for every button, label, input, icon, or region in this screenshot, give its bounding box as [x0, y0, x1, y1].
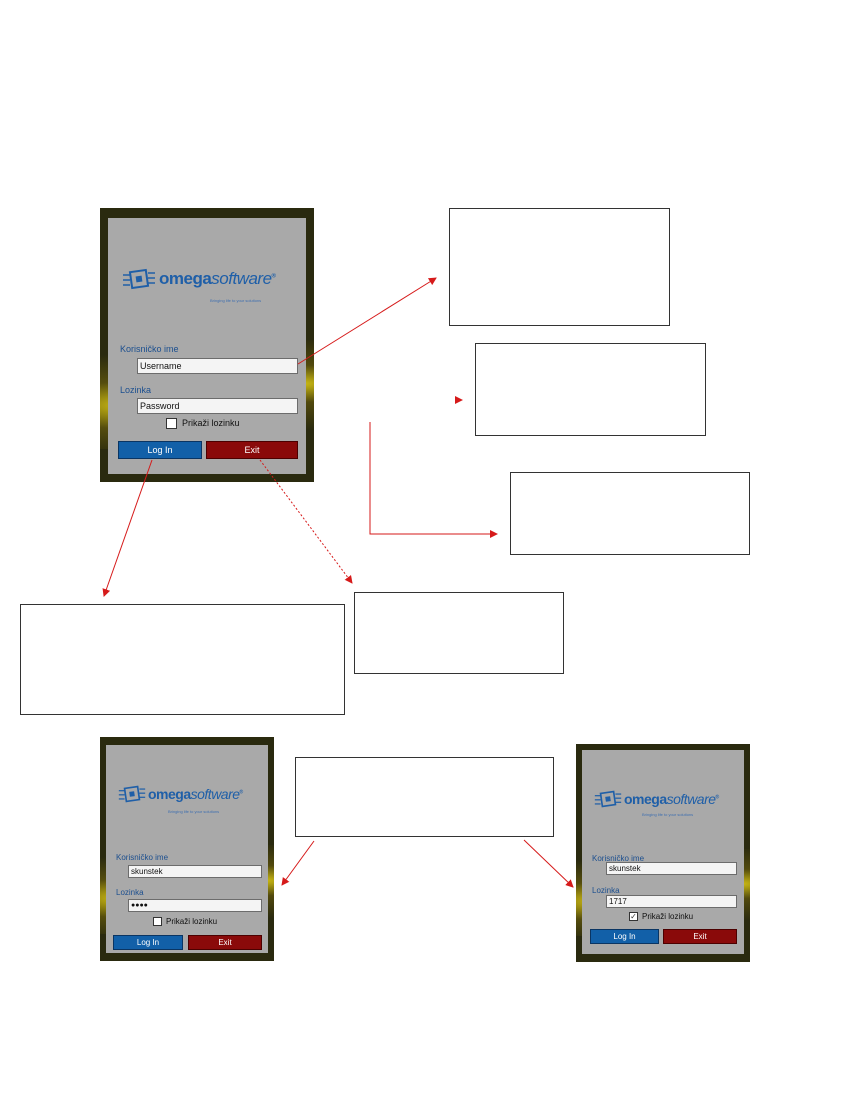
arrow-checkbox-to-box: [369, 422, 498, 538]
arrow-username-to-box: [297, 277, 437, 365]
annotation-arrows: [102, 277, 574, 888]
arrow-login-to-box: [102, 459, 153, 597]
arrow-to-masked-screen: [281, 840, 315, 886]
arrow-exit-to-box: [259, 459, 353, 584]
arrow-password-marker: [455, 396, 463, 404]
arrow-to-revealed-screen: [523, 839, 574, 888]
